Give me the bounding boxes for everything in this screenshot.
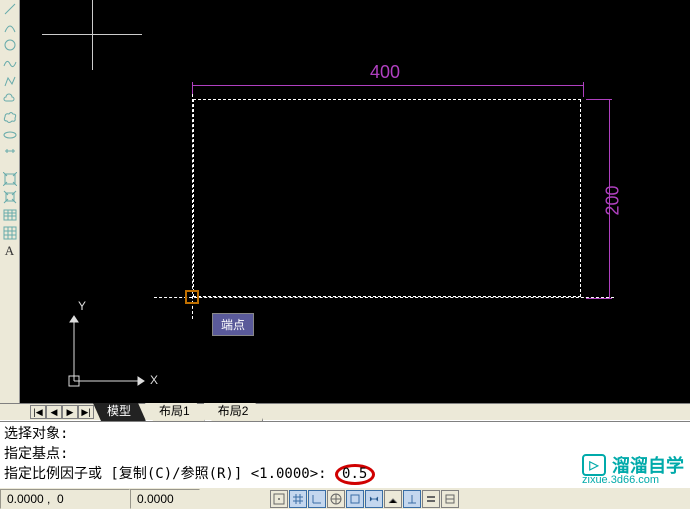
- status-bar: 0.0000 , 0 0.0000: [0, 487, 690, 509]
- endpoint-snap-marker: [185, 290, 199, 304]
- selection-rectangle: [193, 99, 581, 297]
- tab-nav-prev[interactable]: ◀: [46, 405, 62, 419]
- cmd-prompt: 指定比例因子或 [复制(C)/参照(R)] <1.0000>:: [4, 466, 335, 482]
- tool-revcloud-icon[interactable]: [1, 108, 19, 126]
- tab-layout2[interactable]: 布局2: [204, 403, 264, 421]
- tab-nav-first[interactable]: |◀: [30, 405, 46, 419]
- dyn-toggle-icon[interactable]: [403, 490, 421, 508]
- tool-grid-icon[interactable]: [1, 224, 19, 242]
- tool-circle-icon[interactable]: [1, 36, 19, 54]
- qp-toggle-icon[interactable]: [441, 490, 459, 508]
- lwt-toggle-icon[interactable]: [422, 490, 440, 508]
- tab-nav-last[interactable]: ▶|: [78, 405, 94, 419]
- polar-toggle-icon[interactable]: [327, 490, 345, 508]
- tool-hatch-a-icon[interactable]: [1, 144, 19, 162]
- tracking-line-v: [192, 94, 193, 319]
- status-toggle-group: [270, 490, 459, 508]
- dimension-ext: [583, 82, 584, 97]
- tool-spline-icon[interactable]: [1, 54, 19, 72]
- snap-toggle-icon[interactable]: [270, 490, 288, 508]
- dimension-width-value: 400: [370, 62, 400, 83]
- ucs-icon: X Y: [64, 301, 154, 391]
- tool-cloud-icon[interactable]: [1, 90, 19, 108]
- tool-boundary-icon[interactable]: [1, 188, 19, 206]
- ducs-toggle-icon[interactable]: [384, 490, 402, 508]
- tool-arc-icon[interactable]: [1, 18, 19, 36]
- dimension-height-value: 200: [603, 185, 624, 215]
- grid-toggle-icon[interactable]: [289, 490, 307, 508]
- dimension-line-top: [192, 85, 584, 86]
- tool-pline-icon[interactable]: [1, 72, 19, 90]
- tab-nav-next[interactable]: ▶: [62, 405, 78, 419]
- tool-line-icon[interactable]: [1, 0, 19, 18]
- left-toolbar: A: [0, 0, 20, 403]
- ucs-x-label: X: [150, 373, 158, 387]
- watermark: ▷ 溜溜自学 zixue.3d66.com: [582, 452, 684, 478]
- dimension-ext: [586, 99, 612, 100]
- tool-region-icon[interactable]: [1, 170, 19, 188]
- ucs-y-label: Y: [78, 299, 86, 313]
- drawing-canvas[interactable]: 400 200 端点 X Y: [20, 0, 690, 403]
- dimension-ext: [586, 298, 612, 299]
- tool-ellipse-icon[interactable]: [1, 126, 19, 144]
- cmd-line-1: 选择对象:: [4, 424, 686, 444]
- ortho-toggle-icon[interactable]: [308, 490, 326, 508]
- tool-table-icon[interactable]: [1, 206, 19, 224]
- crosshair-icon: [92, 0, 93, 70]
- osnap-toggle-icon[interactable]: [346, 490, 364, 508]
- layout-tabbar: |◀ ◀ ▶ ▶| 模型 布局1 布局2: [0, 403, 690, 421]
- tab-nav: |◀ ◀ ▶ ▶|: [30, 405, 94, 419]
- otrack-toggle-icon[interactable]: [365, 490, 383, 508]
- watermark-url: zixue.3d66.com: [582, 474, 659, 486]
- tab-model[interactable]: 模型: [93, 403, 146, 421]
- tool-text-icon[interactable]: A: [1, 242, 19, 260]
- tracking-line-h: [154, 297, 614, 298]
- cmd-input-value: 0.5: [335, 464, 375, 485]
- snap-tooltip: 端点: [212, 313, 254, 336]
- status-coord-z: 0.0000: [130, 489, 200, 509]
- tab-layout1[interactable]: 布局1: [145, 403, 205, 421]
- status-coord-x: 0.0000 , 0: [0, 489, 130, 509]
- watermark-logo-icon: ▷: [582, 454, 606, 476]
